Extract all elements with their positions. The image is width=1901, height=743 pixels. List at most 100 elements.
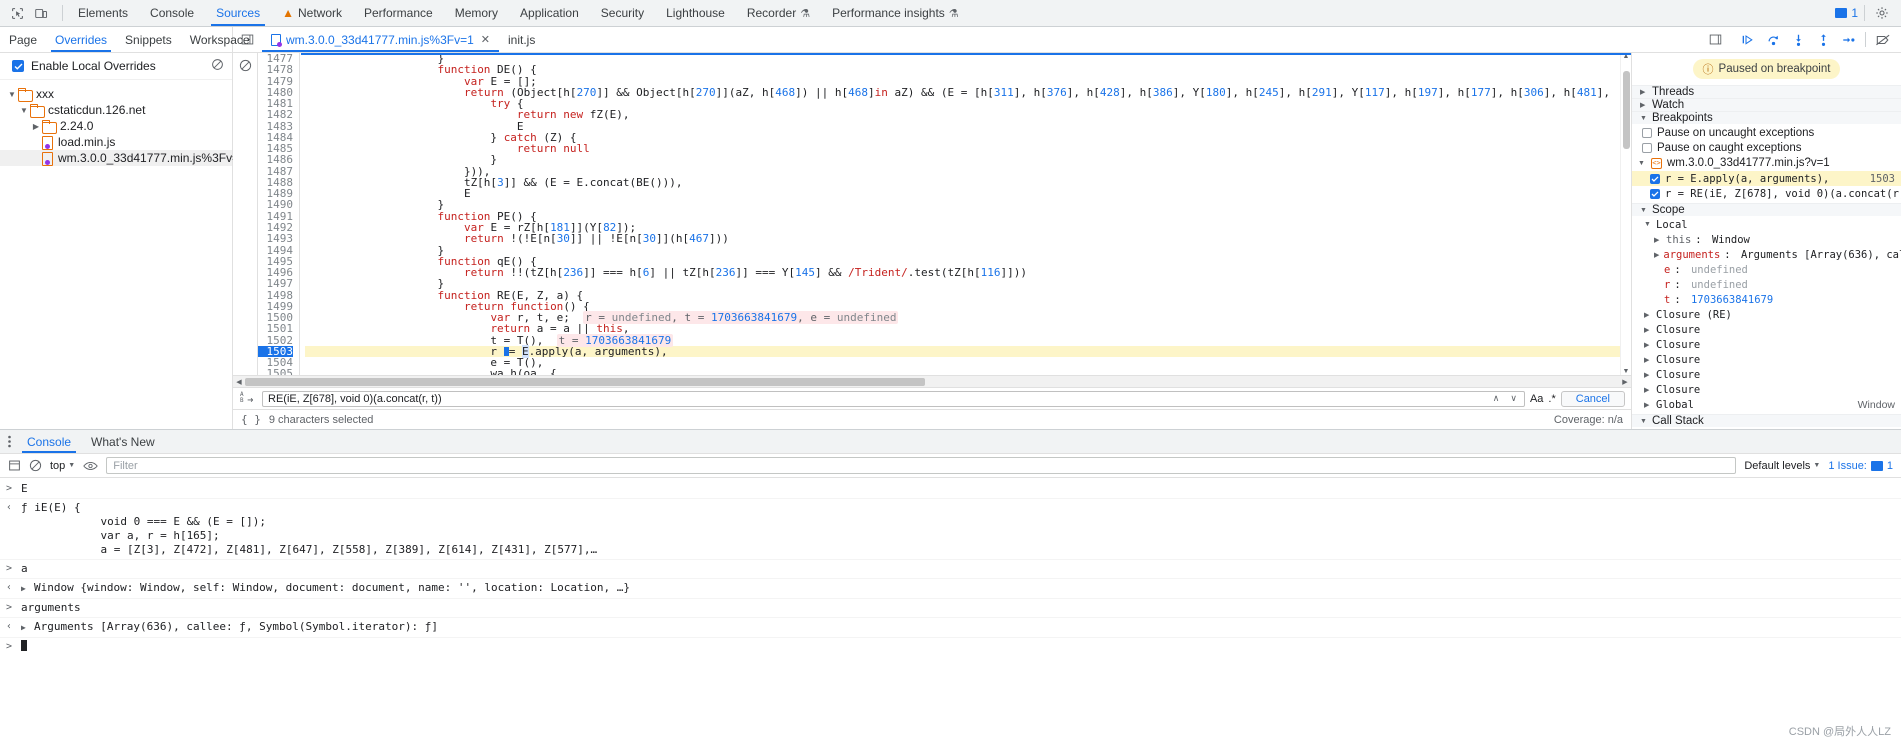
checkbox[interactable] [1642,142,1652,153]
console-filter-input[interactable]: Filter [106,457,1737,474]
step-over-next-function-call-icon[interactable] [1761,29,1785,51]
code-line[interactable]: return new fZ(E), [305,109,1620,121]
section-scope[interactable]: ▼ Scope [1632,203,1901,216]
find-next-icon[interactable]: ∨ [1508,393,1519,404]
chevron-right-icon[interactable]: ▶ [1644,386,1652,394]
step-into-next-function-call-icon[interactable] [1786,29,1810,51]
scope-entry-e[interactable]: e: undefined [1632,262,1901,277]
scroll-left-arrow-icon[interactable]: ◀ [233,378,245,386]
section-watch[interactable]: ▶ Watch [1632,98,1901,111]
subtab-overrides[interactable]: Overrides [46,27,116,52]
subtab-workspace[interactable]: Workspace [181,27,259,52]
code-lines[interactable]: } function DE() { var E = []; return (Ob… [300,53,1620,375]
expand-triangle-icon[interactable]: ▶ [21,620,29,635]
tab-sources[interactable]: Sources [205,0,271,26]
tab-network[interactable]: ▲ Network [271,0,353,26]
line-number[interactable]: 1482 [258,109,294,121]
console-issues-badge[interactable]: 1 Issue: 1 [1828,460,1893,472]
tab-lighthouse[interactable]: Lighthouse [655,0,736,26]
console-input-line[interactable]: > arguments [0,599,1901,618]
line-number[interactable]: 1478 [258,64,294,76]
toggle-debugger-sidebar-icon[interactable] [1701,33,1730,46]
tree-folder-cstaticdun[interactable]: ▼ cstaticdun.126.net [0,102,232,118]
scope-closure[interactable]: ▶ Closure [1632,322,1901,337]
scope-closure[interactable]: ▶ Closure [1632,352,1901,367]
code-line[interactable]: return !(!E[n[30]] || !E[n[30]](h[467])) [305,233,1620,245]
issues-counter[interactable]: 1 [1835,6,1858,20]
console-messages[interactable]: > E ‹ ƒ iE(E) { void 0 === E && (E = [])… [0,478,1901,743]
code-line[interactable]: return a = a || this, [305,323,1620,335]
console-prompt-line[interactable]: > [0,638,1901,656]
scope-closure[interactable]: ▶ Closure [1632,367,1901,382]
drawer-tab-whats-new[interactable]: What's New [81,430,165,453]
pause-on-uncaught-exceptions-row[interactable]: Pause on uncaught exceptions [1632,125,1901,140]
pause-on-caught-exceptions-row[interactable]: Pause on caught exceptions [1632,140,1901,155]
line-number[interactable]: 1493 [258,233,294,245]
scope-entry-this[interactable]: ▶ this: Window [1632,232,1901,247]
drawer-tab-console[interactable]: Console [17,430,81,453]
console-input-line[interactable]: > a [0,560,1901,579]
scope-entry-t[interactable]: t: 1703663841679 [1632,292,1901,307]
tab-performance-insights[interactable]: Performance insights ⚗ [821,0,970,26]
code-line[interactable]: function DE() { [305,64,1620,76]
line-number[interactable]: 1501 [258,323,294,335]
close-icon[interactable]: ✕ [481,33,490,46]
pretty-print-icon[interactable]: { } [241,413,261,426]
code-area[interactable]: 1477 1478 1479 1480 1481 1482 1483 1484 1485 1486… [258,53,1620,375]
no-entry-icon[interactable] [29,459,42,472]
breakpoint-source-group[interactable]: ▼ <> wm.3.0.0_33d41777.min.js?v=1 [1632,155,1901,171]
scroll-down-arrow-icon[interactable]: ▼ [1621,368,1631,375]
enable-local-overrides-row[interactable]: Enable Local Overrides [0,53,232,80]
tab-memory[interactable]: Memory [444,0,509,26]
section-breakpoints[interactable]: ▼ Breakpoints [1632,111,1901,124]
replace-icon[interactable]: AB [239,390,257,407]
code-line[interactable]: return null [305,143,1620,154]
section-threads[interactable]: ▶ Threads [1632,85,1901,98]
chevron-down-icon[interactable]: ▼ [18,106,30,115]
breakpoint-row[interactable]: r = E.apply(a, arguments), 1503 [1632,171,1901,186]
use-regex-button[interactable]: .* [1548,393,1555,405]
chevron-right-icon[interactable]: ▶ [1644,341,1652,349]
chevron-right-icon[interactable]: ▶ [1644,371,1652,379]
subtab-page[interactable]: Page [0,27,46,52]
find-previous-icon[interactable]: ∧ [1491,393,1502,404]
line-number-gutter[interactable]: 1477 1478 1479 1480 1481 1482 1483 1484 1485 1486… [258,53,300,375]
section-call-stack[interactable]: ▼ Call Stack [1632,414,1901,427]
scope-global[interactable]: ▶ Global Window [1632,397,1901,412]
chevron-right-icon[interactable]: ▶ [1654,236,1662,244]
chevron-right-icon[interactable]: ▶ [1644,311,1652,319]
scope-entry-arguments[interactable]: ▶ arguments: Arguments [Array(636), call… [1632,247,1901,262]
code-line[interactable]: } [305,278,1620,290]
scope-closure[interactable]: ▶ Closure [1632,382,1901,397]
clear-configuration-icon[interactable] [211,58,224,74]
chevron-right-icon[interactable]: ▶ [1644,401,1652,409]
scope-closure-re[interactable]: ▶ Closure (RE) [1632,307,1901,322]
editor-vertical-scrollbar[interactable]: ▲ ▼ [1620,53,1631,375]
tab-elements[interactable]: Elements [67,0,139,26]
resume-script-execution-icon[interactable] [1736,29,1760,51]
file-tab-wm-min-js[interactable]: wm.3.0.0_33d41777.min.js%3Fv=1 ✕ [262,27,499,52]
deactivate-breakpoints-icon[interactable] [1871,29,1895,51]
live-expression-eye-icon[interactable] [83,460,98,472]
scrollbar-thumb[interactable] [1623,71,1630,149]
checkbox[interactable] [1650,188,1660,199]
expand-triangle-icon[interactable]: ▶ [21,581,29,596]
console-log-levels-dropdown[interactable]: Default levels ▼ [1744,460,1820,472]
subtab-snippets[interactable]: Snippets [116,27,181,52]
gear-icon[interactable] [1871,2,1893,24]
scope-entry-r[interactable]: r: undefined [1632,277,1901,292]
breakpoint-row[interactable]: r = RE(iE, Z[678], void 0)(a.concat(r, t… [1632,186,1901,201]
cancel-button[interactable]: Cancel [1560,390,1625,407]
chevron-right-icon[interactable]: ▶ [1654,251,1659,259]
chevron-right-icon[interactable]: ▶ [30,122,42,131]
tab-recorder[interactable]: Recorder ⚗ [736,0,821,26]
editor-horizontal-scrollbar[interactable]: ◀ ▶ [233,375,1631,387]
scope-closure[interactable]: ▶ Closure [1632,337,1901,352]
execution-context-selector[interactable]: top ▼ [50,460,75,472]
chevron-down-icon[interactable]: ▼ [6,90,18,99]
scrollbar-thumb[interactable] [245,378,925,386]
code-line[interactable]: return !!(tZ[h[236]] === h[6] || tZ[h[23… [305,267,1620,279]
line-number[interactable]: 1486 [258,154,294,166]
drawer-menu-icon[interactable] [0,430,17,453]
tab-console[interactable]: Console [139,0,205,26]
